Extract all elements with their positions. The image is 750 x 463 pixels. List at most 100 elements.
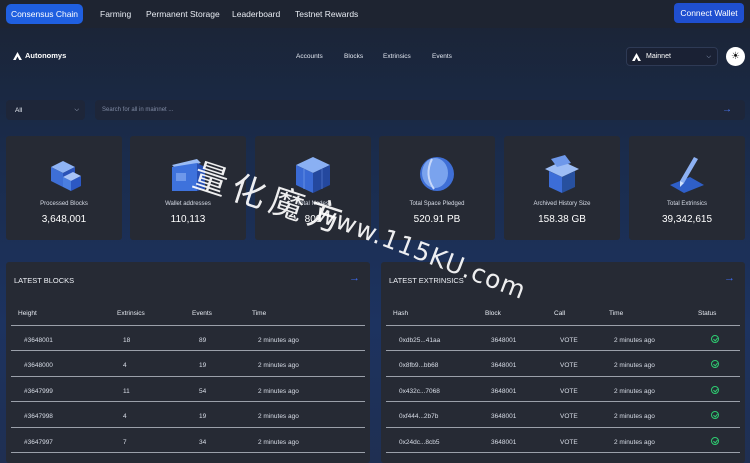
column-header-time[interactable]: Time — [252, 310, 266, 317]
latest-blocks-panel: LATEST BLOCKS → Height Extrinsics Events… — [6, 262, 370, 463]
nav-blocks[interactable]: Blocks — [344, 53, 363, 60]
column-header-status[interactable]: Status — [698, 310, 716, 317]
extrinsic-hash-link[interactable]: 0x24dc...8cb5 — [399, 439, 439, 446]
stat-label: Processed Blocks — [40, 201, 88, 207]
row-divider — [11, 401, 365, 402]
row-divider — [11, 325, 365, 326]
table-row: #3648000 4 19 2 minutes ago — [11, 350, 365, 375]
block-extrinsics: 4 — [123, 413, 127, 420]
extrinsic-hash-link[interactable]: 0x432c...7068 — [399, 388, 440, 395]
row-divider — [11, 350, 365, 351]
sun-icon: ☀ — [731, 51, 740, 62]
success-check-icon — [711, 335, 719, 343]
block-height-link[interactable]: #3647999 — [24, 388, 53, 395]
nav-extrinsics[interactable]: Extrinsics — [383, 53, 411, 60]
extrinsic-time: 2 minutes ago — [614, 439, 655, 446]
column-header-events[interactable]: Events — [192, 310, 212, 317]
nav-testnet-rewards[interactable]: Testnet Rewards — [295, 9, 358, 19]
table-row: 0x432c...7068 3648001 VOTE 2 minutes ago — [386, 376, 740, 401]
stat-value: 3,648,001 — [41, 214, 87, 225]
nav-events[interactable]: Events — [432, 53, 452, 60]
nav-permanent-storage[interactable]: Permanent Storage — [146, 9, 220, 19]
block-events: 89 — [199, 337, 207, 344]
network-name: Mainnet — [646, 53, 671, 60]
table-row: #3647998 4 19 2 minutes ago — [11, 401, 365, 426]
latest-extrinsics-panel: LATEST EXTRINSICS → Hash Block Call Time… — [381, 262, 745, 463]
search-submit-arrow-icon[interactable]: → — [722, 104, 732, 115]
table-row: #3648001 18 89 2 minutes ago — [11, 325, 365, 350]
autonomys-logo[interactable]: Autonomys — [13, 51, 66, 60]
block-time: 2 minutes ago — [258, 337, 299, 344]
network-selector[interactable]: Mainnet ⌵ — [626, 47, 718, 66]
success-check-icon — [711, 411, 719, 419]
column-header-call[interactable]: Call — [554, 310, 565, 317]
pen-icon — [670, 157, 704, 193]
nav-farming[interactable]: Farming — [100, 9, 131, 19]
block-height-link[interactable]: #3647998 — [24, 413, 53, 420]
block-time: 2 minutes ago — [258, 362, 299, 369]
extrinsic-block-link[interactable]: 3648001 — [491, 388, 516, 395]
stat-value: 110,113 — [170, 214, 206, 225]
search-input[interactable]: Search for all in mainnet ... → — [95, 100, 745, 120]
extrinsic-block-link[interactable]: 3648001 — [491, 337, 516, 344]
stat-label: Wallet addresses — [165, 201, 211, 207]
stat-value: 520.91 PB — [413, 214, 461, 225]
archive-box-icon — [545, 155, 579, 193]
top-navbar: Consensus Chain Farming Permanent Storag… — [0, 0, 750, 28]
panel-title: LATEST EXTRINSICS — [389, 276, 464, 285]
extrinsic-block-link[interactable]: 3648001 — [491, 362, 516, 369]
search-filter-select[interactable]: All ⌵ — [6, 100, 85, 120]
nav-accounts[interactable]: Accounts — [296, 53, 323, 60]
connect-wallet-button[interactable]: Connect Wallet — [674, 3, 744, 23]
success-check-icon — [711, 437, 719, 445]
column-header-height[interactable]: Height — [18, 310, 37, 317]
logo-text: Autonomys — [25, 51, 67, 60]
block-height-link[interactable]: #3648000 — [24, 362, 53, 369]
panel-title: LATEST BLOCKS — [14, 276, 75, 285]
extrinsic-block-link[interactable]: 3648001 — [491, 439, 516, 446]
autonomys-logo-icon — [13, 51, 22, 60]
stat-value: 158.38 GB — [538, 214, 586, 225]
block-extrinsics: 4 — [123, 362, 127, 369]
stat-label: Total Extrinsics — [666, 201, 707, 207]
extrinsic-time: 2 minutes ago — [614, 413, 655, 420]
table-row-partial — [11, 452, 365, 463]
theme-toggle-button[interactable]: ☀ — [726, 47, 745, 66]
column-header-hash[interactable]: Hash — [393, 310, 408, 317]
extrinsic-call: VOTE — [560, 362, 578, 369]
view-all-blocks-arrow-icon[interactable]: → — [349, 272, 360, 284]
extrinsic-hash-link[interactable]: 0xf444...2b7b — [399, 413, 438, 420]
extrinsic-call: VOTE — [560, 388, 578, 395]
block-height-link[interactable]: #3647997 — [24, 439, 53, 446]
row-divider — [386, 452, 740, 453]
block-events: 19 — [199, 362, 207, 369]
view-all-extrinsics-arrow-icon[interactable]: → — [724, 272, 735, 284]
block-events: 34 — [199, 439, 207, 446]
stat-card-total-extrinsics: Total Extrinsics 39,342,615 — [629, 136, 745, 240]
row-divider — [386, 325, 740, 326]
column-header-block[interactable]: Block — [485, 310, 501, 317]
column-header-extrinsics[interactable]: Extrinsics — [117, 310, 145, 317]
row-divider — [11, 376, 365, 377]
block-height-link[interactable]: #3648001 — [24, 337, 53, 344]
extrinsic-block-link[interactable]: 3648001 — [491, 413, 516, 420]
blocks-cube-icon — [51, 161, 81, 191]
row-divider — [386, 350, 740, 351]
extrinsic-time: 2 minutes ago — [614, 388, 655, 395]
stat-card-total-nodes: Total Nodes 809 — [255, 136, 371, 240]
extrinsic-hash-link[interactable]: 0xdb25...41aa — [399, 337, 440, 344]
block-extrinsics: 7 — [123, 439, 127, 446]
extrinsic-hash-link[interactable]: 0x8fb9...bb68 — [399, 362, 438, 369]
block-events: 19 — [199, 413, 207, 420]
nav-consensus-chain[interactable]: Consensus Chain — [6, 4, 83, 24]
block-time: 2 minutes ago — [258, 413, 299, 420]
table-row: 0xdb25...41aa 3648001 VOTE 2 minutes ago — [386, 325, 740, 350]
nav-leaderboard[interactable]: Leaderboard — [232, 9, 280, 19]
table-row: 0x8fb9...bb68 3648001 VOTE 2 minutes ago — [386, 350, 740, 375]
table-row: #3647999 11 54 2 minutes ago — [11, 376, 365, 401]
block-events: 54 — [199, 388, 207, 395]
table-row: 0xf444...2b7b 3648001 VOTE 2 minutes ago — [386, 401, 740, 426]
extrinsic-time: 2 minutes ago — [614, 362, 655, 369]
stat-value: 39,342,615 — [661, 214, 713, 225]
column-header-time[interactable]: Time — [609, 310, 623, 317]
